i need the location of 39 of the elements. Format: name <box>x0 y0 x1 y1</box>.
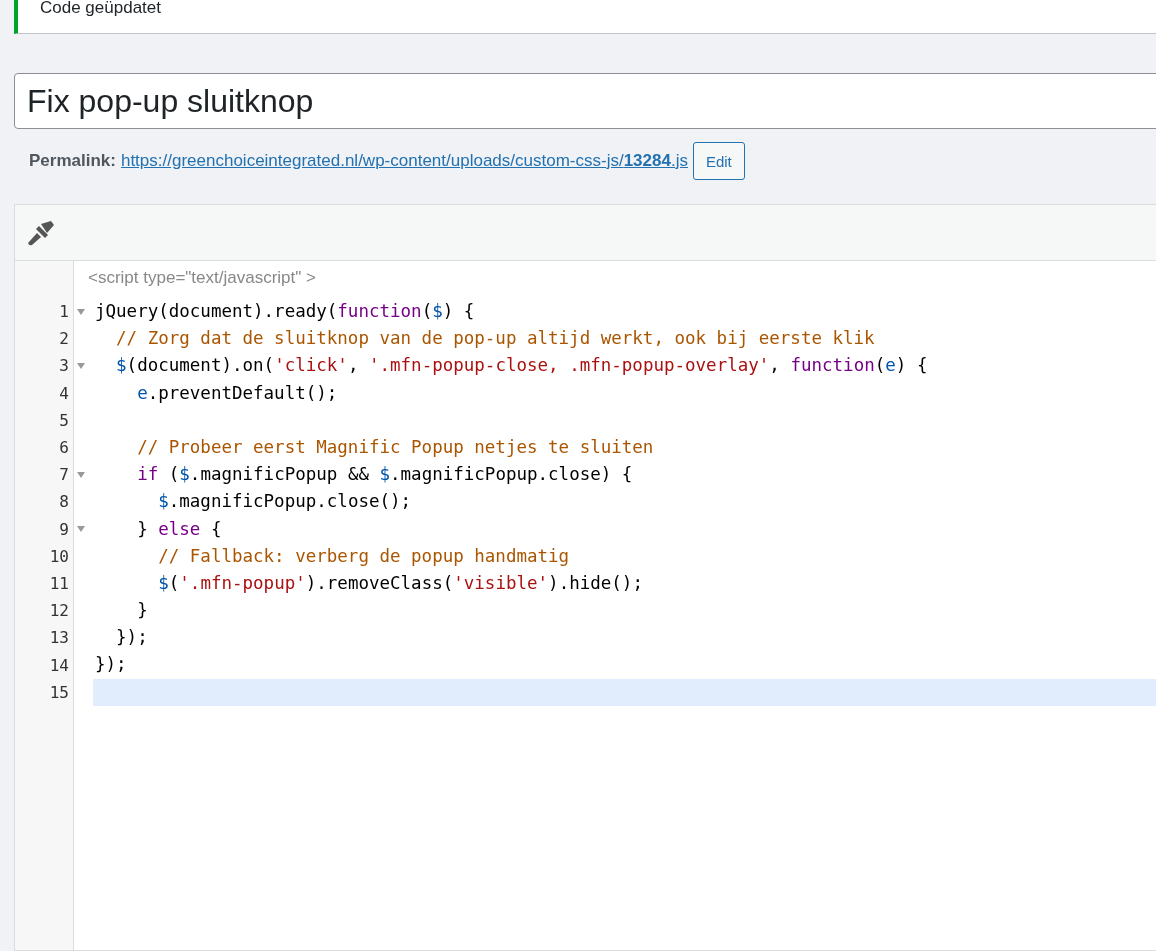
paintbrush-icon[interactable] <box>27 219 55 246</box>
code-line: $.magnificPopup.close(); <box>157 490 413 514</box>
line-number: 4 <box>59 383 69 403</box>
notice-text: Code geüpdatet <box>40 0 161 16</box>
code-line: jQuery(document).ready(function($) { <box>94 300 476 323</box>
code-line: if ($.magnificPopup && $.magnificPopup.close) { <box>136 463 634 487</box>
line-number: 10 <box>49 546 69 566</box>
code-line: // Probeer eerst Magnific Popup netjes te sluiten <box>136 435 655 459</box>
permalink-label: Permalink: <box>29 151 116 171</box>
line-number: 6 <box>59 438 69 458</box>
code-line: e.preventDefault(); <box>136 381 339 405</box>
code-line: $(document).on('click', '.mfn-popup-close, .mfn-popup-overlay', function(e) { <box>115 354 929 378</box>
line-number: 9 <box>59 519 69 539</box>
code-line: // Fallback: verberg de popup handmatig <box>157 544 571 568</box>
line-number: 1 <box>59 302 69 322</box>
line-number: 3 <box>59 356 69 376</box>
fold-arrow-icon[interactable] <box>77 526 85 533</box>
line-number: 13 <box>49 628 69 648</box>
line-number: 12 <box>49 601 69 621</box>
code-line: }); <box>115 626 149 650</box>
line-number: 7 <box>59 465 69 485</box>
code-line: } <box>136 599 149 623</box>
fold-arrow-icon[interactable] <box>77 362 85 369</box>
line-number: 15 <box>49 682 69 702</box>
edit-button[interactable]: Edit <box>692 142 745 180</box>
code-line: // Zorg dat de sluitknop van de pop-up altijd werkt, ook bij eerste klik <box>115 327 876 351</box>
fold-arrow-icon[interactable] <box>77 308 85 315</box>
script-tag-text: <script type="text/javascript" > <box>87 267 317 289</box>
line-number: 8 <box>59 492 69 512</box>
code-line: }); <box>94 653 128 677</box>
fold-arrow-icon[interactable] <box>77 471 85 478</box>
code-line: } else { <box>136 517 223 541</box>
line-number: 11 <box>49 573 69 593</box>
permalink-link[interactable]: https://greenchoiceintegrated.nl/wp-content/uploads/custom-css-js/13284.js <box>120 151 688 171</box>
line-number: 5 <box>59 410 69 430</box>
line-number: 2 <box>59 329 69 349</box>
title-field[interactable]: Fix pop-up sluitknop <box>14 73 1156 129</box>
code-line: $('.mfn-popup').removeClass('visible').hide(); <box>157 571 644 595</box>
line-number: 14 <box>49 655 69 675</box>
